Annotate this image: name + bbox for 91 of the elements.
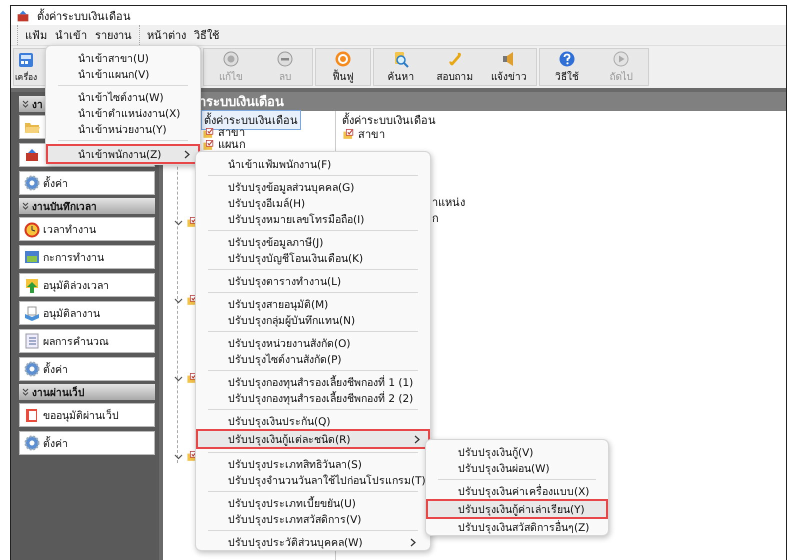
menu-item[interactable]: ปรับปรุงบัญชีโอนเงินเดือน(K) [200, 250, 426, 266]
list-item[interactable]: าแหน่ง [432, 193, 786, 209]
group-header[interactable]: งานบันทึกเวลา [19, 198, 155, 214]
group-title: งานผ่านเว็ป [32, 385, 84, 400]
item-label: กะการทำงาน [43, 250, 104, 266]
gear-icon [23, 174, 41, 192]
list-item[interactable]: ก [432, 209, 786, 225]
sidebar-item[interactable]: อนุมัติลางาน [19, 301, 155, 325]
menu-item[interactable]: ปรับปรุงเงินสวัสดิการอื่นๆ(Z) [430, 519, 604, 535]
sidebar-item[interactable]: ตั้งค่า [19, 357, 155, 381]
menu-item[interactable]: ปรับปรุงเงินประกัน(Q) [200, 413, 426, 429]
list-icon [23, 332, 41, 350]
item-label: ขออนุมัติผ่านเว็ป [43, 408, 119, 424]
menu-item[interactable]: ปรับปรุงประเภทเบี้ยขยัน(U) [200, 495, 426, 511]
double-chevron-icon [22, 100, 29, 108]
sidebar-item[interactable]: ตั้งค่า [19, 431, 155, 455]
menu-item[interactable]: ปรับปรุงหน่วยงานสังกัด(O) [200, 335, 426, 351]
item-label: อนุมัติล่วงเวลา [43, 278, 109, 294]
item-label: เวลาทำงาน [43, 222, 96, 238]
menu-item[interactable]: นำเข้าหน่วยงาน(Y) [50, 121, 196, 137]
menu-item[interactable]: ปรับปรุงไซต์งานสังกัด(P) [200, 351, 426, 367]
tree-node[interactable]: แผนก [218, 139, 246, 151]
toolbar-button[interactable]: ฟื้นฟู [316, 49, 370, 85]
sidebar-item[interactable]: ผลการคำนวณ [19, 329, 155, 353]
menu-item[interactable]: นำเข้า [52, 25, 90, 45]
sidebar-item[interactable]: เวลาทำงาน [19, 217, 155, 241]
sidebar-item[interactable]: ตั้งค่า [19, 171, 155, 195]
toolbar-button[interactable]: วิธีใช้ [540, 49, 594, 85]
calculator-icon [16, 50, 35, 68]
sidebar-item[interactable]: อนุมัติล่วงเวลา [19, 273, 155, 297]
menu-item[interactable]: นำเข้าแฟ้มพนักงาน(F) [200, 156, 426, 172]
toolbar-button[interactable]: ค้นหา [374, 49, 428, 85]
group-header[interactable]: งานผ่านเว็ป [19, 384, 155, 400]
menu-item[interactable]: นำเข้าแผนก(V) [50, 66, 196, 82]
menu-item[interactable]: ปรับปรุงเงินค่าเครื่องแบบ(X) [430, 483, 604, 499]
checklist-icon [202, 126, 215, 140]
item-label: อนุมัติลางาน [43, 306, 100, 322]
menu-item[interactable]: ปรับปรุงหมายเลขโทรมือถือ(I) [200, 211, 426, 227]
menu-item[interactable]: ปรับปรุงกลุ่มผู้บันทึกแทน(N) [200, 312, 426, 328]
toolbar-button[interactable]: สอบถาม [428, 49, 482, 85]
item-label: ตั้งค่า [43, 361, 68, 378]
menu-item[interactable]: ปรับปรุงกองทุนสำรองเลี้ยงชีพกองที่ 2 (2) [200, 390, 426, 406]
chevron-down-icon[interactable] [174, 374, 183, 382]
menu-item[interactable]: ปรับปรุงกองทุนสำรองเลี้ยงชีพกองที่ 1 (1) [200, 374, 426, 390]
toolbar-button[interactable]: แจ้งข่าว [482, 49, 536, 85]
sidebar-item[interactable]: กะการทำงาน [19, 245, 155, 269]
menu-item[interactable]: ปรับปรุงข้อมูลภาษี(J) [200, 234, 426, 250]
chevron-down-icon[interactable] [174, 296, 183, 304]
toolbar-button[interactable]: เครื่อง [14, 49, 38, 85]
tree-node[interactable]: ตั้งค่าระบบเงินเดือน [201, 110, 301, 130]
menu-item[interactable]: นำเข้าพนักงาน(Z) [46, 144, 200, 164]
menu-item[interactable]: ปรับปรุงตารางทำงาน(L) [200, 273, 426, 289]
menu-item[interactable]: ปรับปรุงเงินกู้ค่าเล่าเรียน(Y) [426, 499, 608, 519]
calendar-icon [23, 248, 41, 266]
menu-item[interactable]: ปรับปรุงเงินกู้(V) [430, 444, 604, 460]
help-icon [558, 50, 576, 68]
menu-item[interactable]: หน้าต่าง [144, 25, 189, 45]
chevron-down-icon[interactable] [174, 218, 183, 226]
group-title: งานบันทึกเวลา [32, 200, 97, 214]
gear-icon [23, 360, 41, 378]
double-chevron-icon [22, 388, 29, 396]
restore-icon [334, 50, 352, 68]
item-label: ผลการคำนวณ [43, 334, 109, 350]
item-label: ตั้งค่า [43, 435, 68, 452]
menu-item[interactable]: แฟ้ม [22, 25, 50, 45]
search-icon [392, 50, 410, 68]
menu-item[interactable]: ปรับปรุงอีเมล์(H) [200, 195, 426, 211]
menu-item[interactable]: ปรับปรุงประเภทสวัสดิการ(V) [200, 511, 426, 527]
menu-item[interactable]: ปรับปรุงเงินกู้แต่ละชนิด(R) [196, 429, 430, 449]
checklist-icon [342, 128, 355, 140]
item-label: ตั้งค่า [43, 175, 68, 192]
menu-item[interactable]: วิธีใช้ [191, 25, 222, 45]
menu-item[interactable]: นำเข้าสาขา(U) [50, 50, 196, 66]
double-chevron-icon [22, 202, 29, 210]
alarm-clock-icon [23, 220, 41, 238]
menu-item[interactable]: ปรับปรุงข้อมูลส่วนบุคคล(G) [200, 179, 426, 195]
menu-item[interactable]: ปรับปรุงประเภทสิทธิวันลา(S) [200, 456, 426, 472]
arrow-up-icon [23, 276, 41, 294]
menu-item[interactable]: ปรับปรุงเงินผ่อน(W) [430, 460, 604, 476]
group-title: งา [32, 98, 43, 112]
menu-item[interactable]: ปรับปรุงจำนวนวันลาใช้ไปก่อนโปรแกรม(T) [200, 472, 426, 488]
menu-item[interactable]: ปรับปรุงสายอนุมัติ(M) [200, 296, 426, 312]
gear-icon [23, 434, 41, 452]
toolbox-icon [23, 146, 41, 164]
sidebar-item[interactable]: ขออนุมัติผ่านเว็ป [19, 403, 155, 427]
window-title: ตั้งค่าระบบเงินเดือน [37, 8, 131, 24]
tray-icon [23, 304, 41, 322]
chevron-down-icon[interactable] [174, 452, 183, 460]
tree-node[interactable]: สาขา [218, 127, 245, 139]
menu-item[interactable]: ปรับปรุงประวัติส่วนบุคคล(W) [200, 534, 426, 550]
menu-item[interactable]: รายงาน [92, 25, 135, 45]
